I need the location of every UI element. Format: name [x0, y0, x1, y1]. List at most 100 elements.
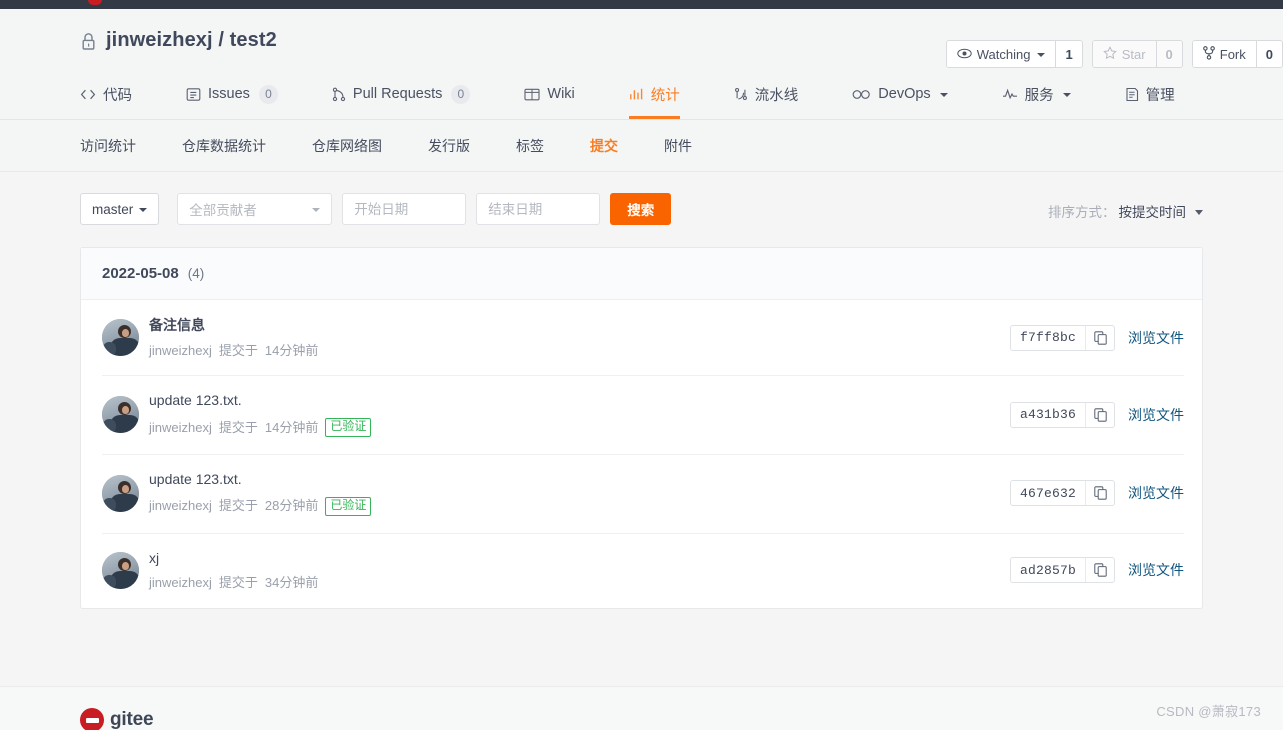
avatar[interactable]	[102, 396, 139, 434]
commit-meta: jinweizhexj 提交于 14分钟前	[149, 343, 1010, 359]
branch-selector[interactable]: master	[80, 193, 160, 225]
commits-filter-bar: master 全部贡献者 搜索 排序方式： 按提交时间	[0, 172, 1283, 225]
chart-icon	[629, 87, 644, 101]
star-count[interactable]: 0	[1155, 41, 1182, 67]
sub-nav-item-repo-data[interactable]: 仓库数据统计	[182, 136, 266, 156]
status-badge: 已验证	[325, 418, 372, 437]
commit-sha[interactable]: 467e632	[1011, 481, 1085, 505]
tab-wiki[interactable]: Wiki	[524, 72, 575, 119]
commit-message[interactable]: 备注信息	[149, 317, 1010, 334]
copy-icon[interactable]	[1085, 481, 1114, 506]
search-button[interactable]: 搜索	[610, 193, 672, 225]
gitee-logo-icon	[80, 708, 104, 730]
fork-button-label: Fork	[1219, 46, 1246, 62]
commit-sha[interactable]: a431b36	[1011, 403, 1085, 427]
fork-count[interactable]: 0	[1255, 41, 1282, 67]
gitee-logo-icon[interactable]	[88, 0, 102, 5]
browse-files-link[interactable]: 浏览文件	[1128, 560, 1184, 580]
commit-sha[interactable]: ad2857b	[1011, 558, 1085, 582]
sub-nav-item-commits[interactable]: 提交	[590, 136, 618, 156]
tab-code-label: 代码	[103, 87, 132, 104]
avatar[interactable]	[102, 474, 139, 512]
commit-message[interactable]: xj	[149, 550, 1010, 567]
commit-action: 提交于	[218, 342, 258, 358]
commit-actions: 467e632 浏览文件	[1009, 480, 1184, 507]
fork-icon	[1202, 45, 1215, 63]
watch-button-group[interactable]: Watching 1	[945, 40, 1083, 68]
tab-devops-label: DevOps	[878, 86, 931, 102]
pipeline-icon	[734, 87, 748, 101]
clipboard-icon	[1125, 87, 1139, 102]
pull-requests-count-badge: 0	[451, 84, 471, 104]
sub-nav-item-attachments[interactable]: 附件	[664, 136, 692, 156]
commit-action: 提交于	[218, 419, 258, 435]
avatar[interactable]	[102, 551, 139, 589]
code-icon	[80, 88, 96, 101]
copy-icon[interactable]	[1085, 558, 1114, 583]
copy-icon[interactable]	[1085, 325, 1114, 350]
star-button[interactable]: Star	[1092, 41, 1156, 67]
global-navbar-strip	[0, 0, 1283, 9]
tab-pull-requests[interactable]: Pull Requests 0	[332, 72, 471, 119]
commit-time: 14分钟前	[264, 419, 319, 435]
tab-service[interactable]: 服务	[1002, 72, 1071, 119]
tab-pipeline[interactable]: 流水线	[734, 72, 798, 119]
commit-author[interactable]: jinweizhexj	[149, 343, 212, 359]
branch-selector-label: master	[92, 201, 134, 217]
tab-service-label: 服务	[1024, 87, 1054, 104]
watch-count[interactable]: 1	[1055, 41, 1082, 67]
end-date-input[interactable]	[476, 193, 601, 225]
commit-sha[interactable]: f7ff8bc	[1011, 326, 1085, 350]
eye-icon	[957, 47, 972, 62]
commit-actions: f7ff8bc 浏览文件	[1009, 324, 1184, 351]
commit-meta: jinweizhexj 提交于 14分钟前 已验证	[149, 418, 1010, 437]
sub-nav-item-tags[interactable]: 标签	[516, 136, 544, 156]
browse-files-link[interactable]: 浏览文件	[1128, 483, 1184, 503]
sub-nav-item-visits[interactable]: 访问统计	[80, 136, 136, 156]
watermark: CSDN @萧寂173	[1156, 704, 1261, 719]
tab-issues-label: Issues	[208, 86, 250, 102]
chevron-down-icon	[1037, 53, 1046, 57]
start-date-input[interactable]	[342, 193, 467, 225]
commit-message[interactable]: update 123.txt.	[149, 392, 1010, 409]
commit-time: 28分钟前	[264, 498, 319, 514]
sort-value[interactable]: 按提交时间	[1119, 201, 1187, 221]
fork-button-group[interactable]: Fork 0	[1191, 40, 1283, 68]
chevron-down-icon	[312, 208, 321, 212]
commits-count: (4)	[187, 266, 205, 281]
fork-button[interactable]: Fork	[1192, 41, 1256, 67]
sub-nav-item-network[interactable]: 仓库网络图	[312, 136, 382, 156]
chevron-down-icon	[939, 93, 948, 97]
copy-icon[interactable]	[1085, 402, 1114, 427]
sub-nav-item-releases[interactable]: 发行版	[428, 136, 470, 156]
commit-author[interactable]: jinweizhexj	[149, 420, 212, 436]
chevron-down-icon[interactable]	[1195, 209, 1203, 215]
commit-sha-group: a431b36	[1009, 401, 1115, 428]
contributor-select[interactable]: 全部贡献者	[177, 193, 333, 225]
commit-message[interactable]: update 123.txt.	[149, 471, 1010, 488]
commit-author[interactable]: jinweizhexj	[149, 575, 212, 591]
star-icon	[1102, 45, 1117, 63]
repo-header: jinweizhexj / test2 Watching 1 Star 0 Fo…	[0, 9, 1283, 72]
contributor-select-placeholder: 全部贡献者	[189, 203, 257, 218]
star-button-group[interactable]: Star 0	[1091, 40, 1183, 68]
commit-time: 14分钟前	[264, 342, 319, 358]
page: jinweizhexj / test2 Watching 1 Star 0 Fo…	[0, 0, 1283, 730]
commit-author[interactable]: jinweizhexj	[149, 498, 212, 514]
commit-actions: ad2857b 浏览文件	[1009, 557, 1184, 584]
commit-meta: jinweizhexj 提交于 28分钟前 已验证	[149, 496, 1010, 516]
tab-issues[interactable]: Issues 0	[186, 72, 278, 119]
tab-code[interactable]: 代码	[80, 72, 132, 119]
avatar[interactable]	[102, 319, 139, 357]
tab-statistics[interactable]: 统计	[628, 72, 680, 119]
watch-button[interactable]: Watching	[946, 41, 1056, 67]
tab-devops[interactable]: DevOps	[852, 72, 948, 119]
page-title[interactable]: jinweizhexj / test2	[106, 29, 277, 52]
footer-brand[interactable]: gitee	[80, 708, 154, 730]
commit-sha-group: ad2857b	[1009, 557, 1115, 584]
page-footer: gitee	[0, 686, 1283, 730]
tab-manage[interactable]: 管理	[1125, 72, 1175, 119]
browse-files-link[interactable]: 浏览文件	[1128, 328, 1184, 348]
browse-files-link[interactable]: 浏览文件	[1128, 405, 1184, 425]
issue-icon	[186, 87, 201, 102]
